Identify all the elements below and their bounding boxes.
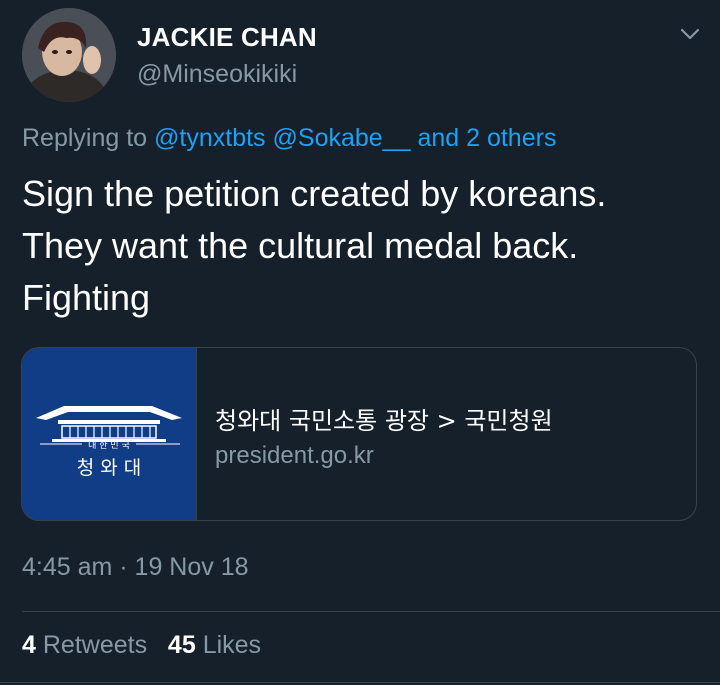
retweets-count: 4 xyxy=(22,631,36,659)
tweet-text-line: Fighting xyxy=(22,277,151,318)
reply-others-link[interactable]: and 2 others xyxy=(417,124,556,152)
avatar-photo xyxy=(22,8,116,102)
retweets-stat[interactable]: 4 Retweets xyxy=(22,631,147,659)
thumb-large-label: 청 와 대 xyxy=(77,457,142,479)
likes-count: 45 xyxy=(167,631,196,659)
tweet-stats: 4 Retweets 45 Likes xyxy=(22,631,261,660)
card-domain: president.go.kr xyxy=(215,442,374,469)
replying-to-line: Replying to @tynxtbts @Sokabe__ and 2 ot… xyxy=(22,124,556,153)
mention-link[interactable]: @Sokabe__ xyxy=(273,124,411,152)
replying-to-label: Replying to xyxy=(22,124,148,152)
card-title: 청와대 국민소통 광장 > 국민청원 xyxy=(215,407,553,435)
tweet-timestamp[interactable]: 4:45 am · 19 Nov 18 xyxy=(22,553,249,582)
likes-label: Likes xyxy=(202,631,262,659)
thumb-small-label: 대 한 민 국 xyxy=(88,440,130,451)
likes-stat[interactable]: 45 Likes xyxy=(168,631,261,659)
tweet-text-line: They want the cultural medal back. xyxy=(22,225,579,266)
link-card[interactable]: 대 한 민 국 청 와 대 청와대 국민소통 광장 > 국민청원 preside… xyxy=(21,347,697,521)
avatar[interactable] xyxy=(22,8,116,102)
mention-link[interactable]: @tynxtbts xyxy=(154,124,266,152)
retweets-label: Retweets xyxy=(42,631,148,659)
card-thumbnail: 대 한 민 국 청 와 대 xyxy=(22,348,197,520)
chevron-down-icon[interactable] xyxy=(678,22,702,46)
divider xyxy=(0,682,720,683)
blue-house-logo: 대 한 민 국 청 와 대 xyxy=(36,406,182,479)
display-name[interactable]: JACKIE CHAN xyxy=(137,22,317,53)
tweet-text-line: Sign the petition created by koreans. xyxy=(22,173,607,214)
user-handle[interactable]: @Minseokikiki xyxy=(137,60,297,89)
divider xyxy=(22,611,720,612)
tweet-text: Sign the petition created by koreans. Th… xyxy=(22,168,702,324)
